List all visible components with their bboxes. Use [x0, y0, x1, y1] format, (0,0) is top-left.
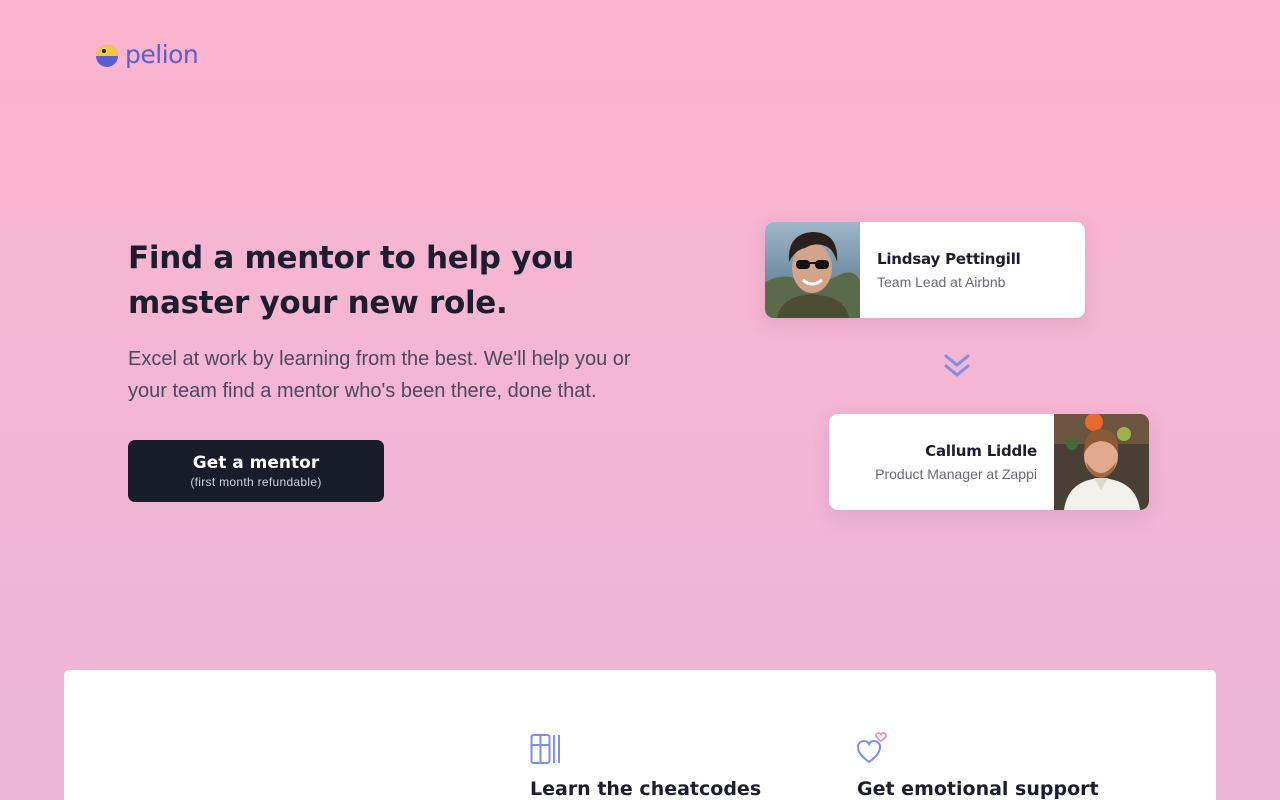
hero-subtitle: Excel at work by learning from the best.… [128, 348, 631, 402]
cta-label: Get a mentor [192, 453, 320, 473]
feature-cheatcodes: Learn the cheatcodes [530, 732, 761, 800]
mentee-role: Team Lead at Airbnb [877, 274, 1006, 290]
features-section: Learn the cheatcodes Get emotional suppo… [64, 670, 1216, 800]
feature-emotional-support: Get emotional support [857, 732, 1099, 800]
mentee-card: Lindsay Pettingill Team Lead at Airbnb [765, 222, 1085, 318]
mentee-name: Lindsay Pettingill [877, 250, 1021, 268]
hero-title: Find a mentor to help you master your ne… [128, 240, 574, 321]
book-shelf-icon [530, 734, 560, 764]
get-a-mentor-button[interactable]: Get a mentor (first month refundable) [128, 440, 384, 502]
pelion-logo-icon [96, 44, 118, 67]
hearts-icon [857, 732, 887, 764]
mentor-name: Callum Liddle [925, 442, 1037, 460]
double-chevron-down-icon [944, 354, 970, 377]
mentor-photo [1054, 414, 1149, 510]
mentor-card: Callum Liddle Product Manager at Zappi [829, 414, 1149, 510]
hero-section: Find a mentor to help you master your ne… [128, 236, 658, 502]
logo-text: pelion [125, 40, 199, 69]
feature-title: Get emotional support [857, 778, 1099, 800]
logo[interactable]: pelion [95, 40, 199, 69]
mentee-photo [765, 222, 860, 318]
mentor-role: Product Manager at Zappi [875, 466, 1037, 482]
feature-title: Learn the cheatcodes [530, 778, 762, 800]
cta-sublabel: (first month refundable) [190, 475, 322, 489]
